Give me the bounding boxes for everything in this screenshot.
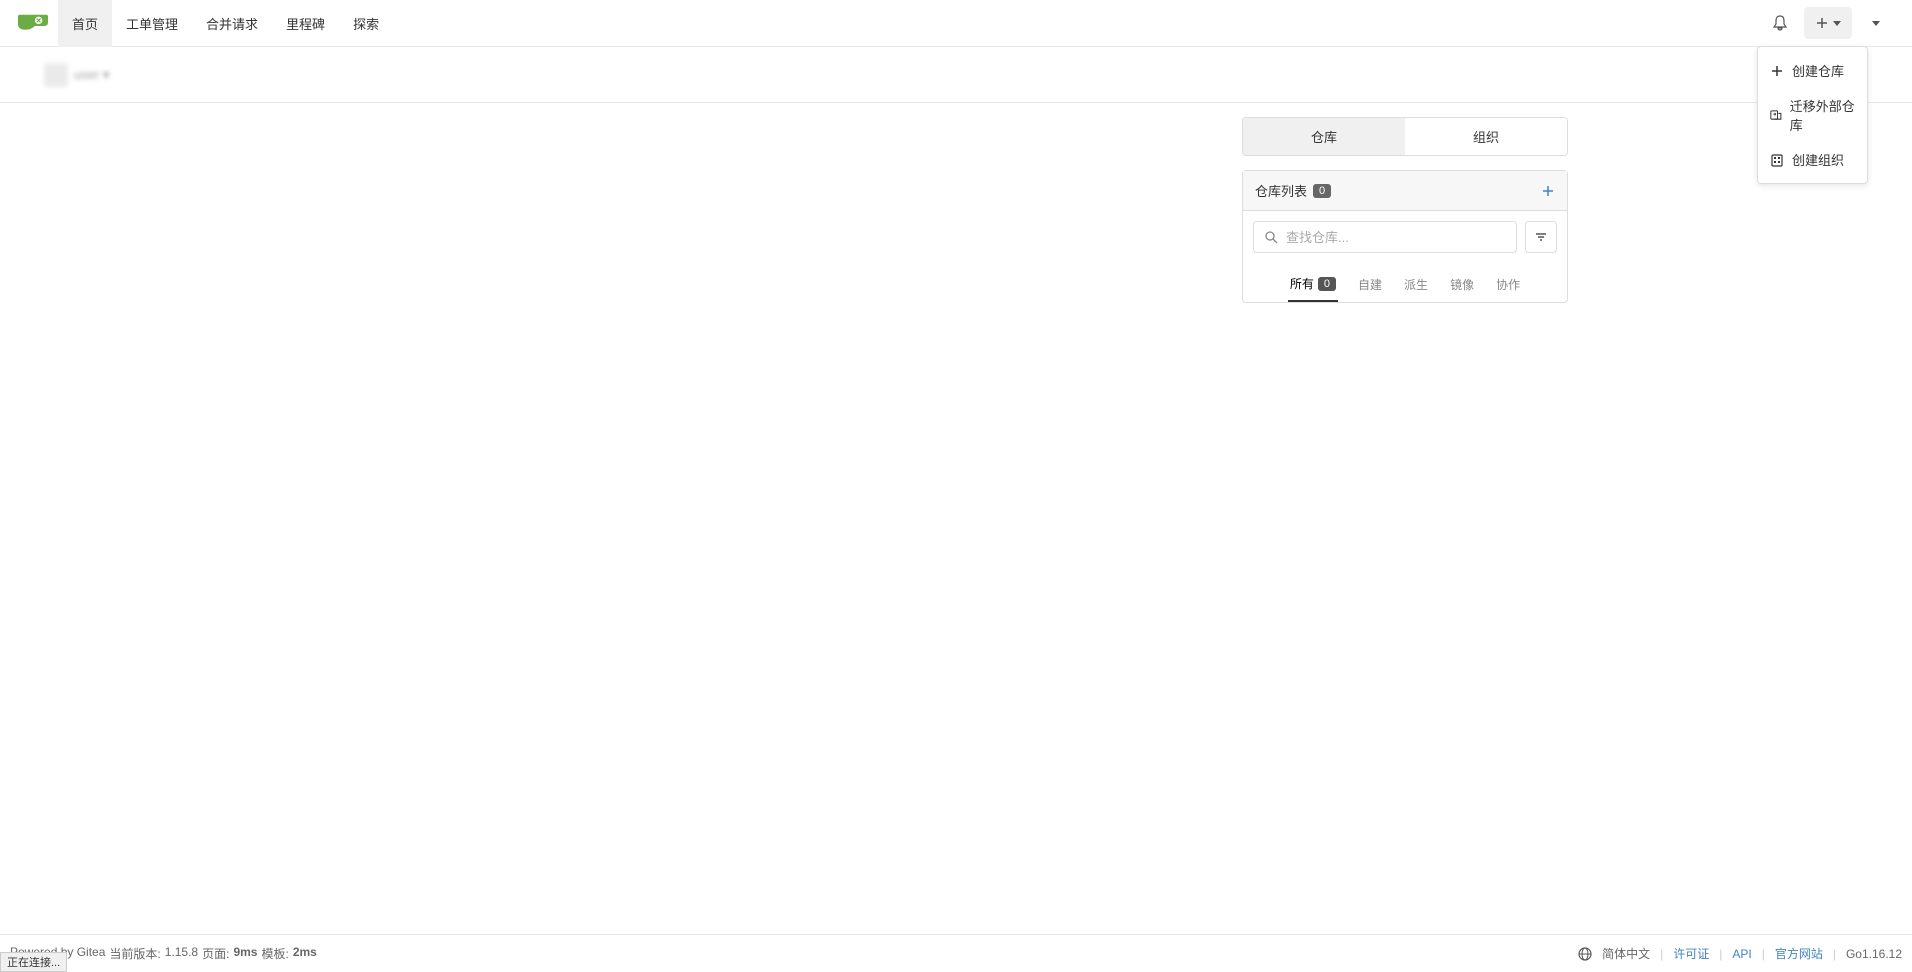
repo-list-title: 仓库列表: [1255, 181, 1307, 200]
notifications-button[interactable]: [1762, 7, 1798, 39]
nav-issues[interactable]: 工单管理: [112, 0, 192, 47]
dropdown-create-repo[interactable]: 创建仓库: [1758, 53, 1867, 88]
plus-icon: [1770, 64, 1784, 78]
footer-lang-selector[interactable]: 简体中文: [1602, 945, 1650, 962]
globe-icon: [1578, 947, 1592, 961]
search-icon: [1264, 230, 1278, 244]
caret-down-icon: [1872, 21, 1880, 26]
filter-tab-all[interactable]: 所有 0: [1288, 269, 1338, 302]
organization-icon: [1770, 153, 1784, 167]
filter-tab-count: 0: [1318, 277, 1336, 291]
navbar-left: 首页 工单管理 合并请求 里程碑 探索: [8, 0, 393, 47]
dropdown-item-label: 创建组织: [1792, 150, 1844, 169]
filter-icon: [1534, 230, 1548, 244]
main-content: 仓库 组织 仓库列表 0: [0, 103, 1912, 303]
filter-tab-mirror[interactable]: 镜像: [1448, 269, 1476, 302]
footer-license-link[interactable]: 许可证: [1673, 945, 1709, 962]
new-repo-button[interactable]: [1541, 184, 1555, 198]
separator: |: [1762, 947, 1765, 961]
footer-website-link[interactable]: 官方网站: [1775, 945, 1823, 962]
dropdown-migrate-repo[interactable]: 迁移外部仓库: [1758, 88, 1867, 142]
dashboard-sidebar: 仓库 组织 仓库列表 0: [1242, 117, 1568, 303]
navbar-right: [1762, 7, 1904, 39]
repo-search-input[interactable]: [1286, 230, 1506, 245]
tab-repos[interactable]: 仓库: [1243, 118, 1405, 155]
footer-version-label: 当前版本:: [109, 945, 160, 962]
profile-dropdown-button[interactable]: [1858, 7, 1894, 39]
footer-version: 1.15.8: [165, 945, 198, 962]
context-user-selector[interactable]: user ▾: [44, 63, 109, 87]
repo-panel-header: 仓库列表 0: [1243, 171, 1567, 211]
navbar: 首页 工单管理 合并请求 里程碑 探索: [0, 0, 1912, 47]
filter-tab-collab[interactable]: 协作: [1494, 269, 1522, 302]
nav-home[interactable]: 首页: [58, 0, 112, 47]
repo-search-row: [1243, 211, 1567, 263]
dropdown-item-label: 创建仓库: [1792, 61, 1844, 80]
repo-panel: 仓库列表 0 所有 0: [1242, 170, 1568, 303]
separator: |: [1719, 947, 1722, 961]
footer-page-time: 9ms: [233, 945, 257, 962]
separator: |: [1660, 947, 1663, 961]
footer-tmpl-time: 2ms: [293, 945, 317, 962]
gitea-logo-icon[interactable]: [18, 11, 48, 35]
filter-tab-label: 所有: [1290, 275, 1314, 292]
plus-icon: [1815, 16, 1829, 30]
repo-count-badge: 0: [1313, 184, 1331, 198]
dashboard-feed: [44, 117, 1242, 303]
nav-explore[interactable]: 探索: [339, 0, 393, 47]
footer-go-version: Go1.16.12: [1846, 947, 1902, 961]
caret-down-icon: [1833, 21, 1841, 26]
separator: |: [1833, 947, 1836, 961]
repo-panel-title: 仓库列表 0: [1255, 181, 1331, 200]
bell-icon: [1772, 15, 1788, 31]
filter-tab-source[interactable]: 自建: [1356, 269, 1384, 302]
repo-search-box[interactable]: [1253, 221, 1517, 253]
avatar: [44, 63, 68, 87]
repo-filter-button[interactable]: [1525, 221, 1557, 253]
footer-right: 简体中文 | 许可证 | API | 官方网站 | Go1.16.12: [1578, 945, 1902, 962]
footer-tmpl-label: 模板:: [261, 945, 288, 962]
nav-milestones[interactable]: 里程碑: [272, 0, 339, 47]
nav-pulls[interactable]: 合并请求: [192, 0, 272, 47]
create-dropdown-menu: 创建仓库 迁移外部仓库 创建组织: [1757, 46, 1868, 184]
footer-api-link[interactable]: API: [1732, 947, 1751, 961]
filter-tab-fork[interactable]: 派生: [1402, 269, 1430, 302]
sidebar-tabs: 仓库 组织: [1242, 117, 1568, 156]
footer-page-label: 页面:: [202, 945, 229, 962]
browser-status-bar: 正在连接...: [0, 952, 67, 972]
tab-orgs[interactable]: 组织: [1405, 118, 1567, 155]
dropdown-item-label: 迁移外部仓库: [1790, 96, 1855, 134]
create-dropdown-button[interactable]: [1804, 7, 1852, 39]
context-user-name: user ▾: [74, 67, 109, 83]
footer: Powered by Gitea 当前版本: 1.15.8 页面: 9ms 模板…: [0, 934, 1912, 972]
dropdown-create-org[interactable]: 创建组织: [1758, 142, 1867, 177]
plus-icon: [1541, 184, 1555, 198]
context-header: user ▾: [0, 47, 1912, 103]
migrate-icon: [1770, 108, 1782, 122]
repo-filter-tabs: 所有 0 自建 派生 镜像 协作: [1243, 263, 1567, 302]
